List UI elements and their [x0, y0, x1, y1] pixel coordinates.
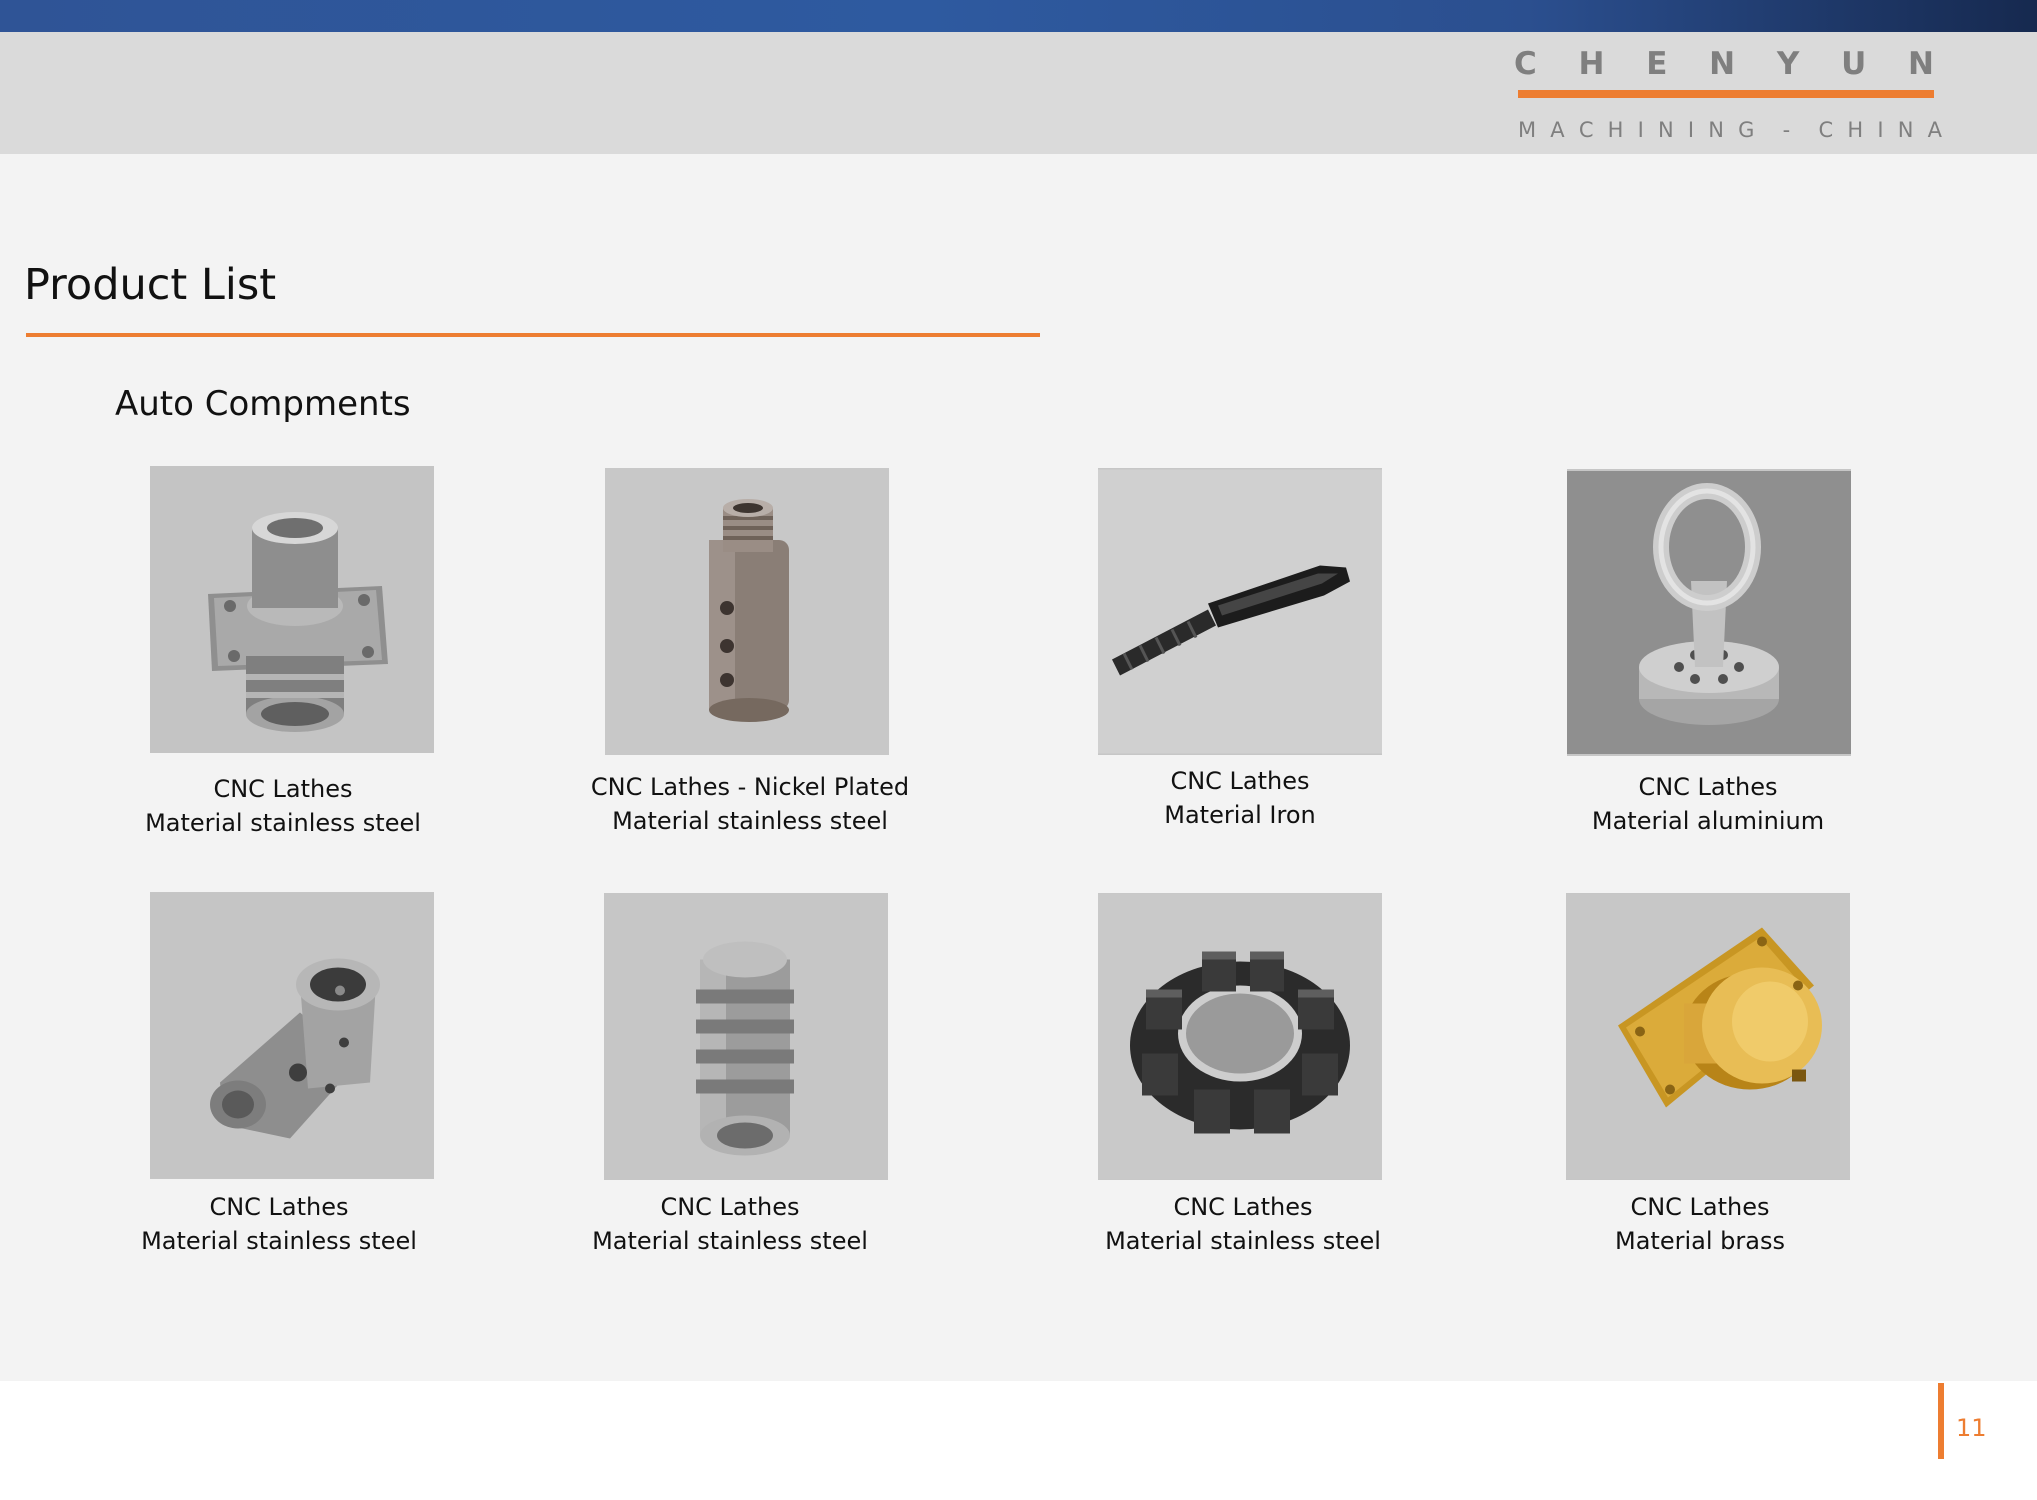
tagline-letter: G — [1738, 118, 1755, 142]
product-image — [604, 893, 888, 1180]
tagline-letter: - — [1782, 118, 1791, 142]
product-image — [1098, 893, 1382, 1180]
top-accent-bar — [0, 0, 2037, 32]
nickel-plated-fitting-photo — [605, 468, 889, 755]
caption-line-1: CNC Lathes — [213, 775, 353, 803]
caption-line-1: CNC Lathes — [209, 1193, 349, 1221]
brand-logo-name: C H E N Y U N — [1514, 46, 1934, 82]
product-caption: CNC Lathes - Nickel Plated Material stai… — [550, 770, 950, 838]
brand-letter: H — [1578, 46, 1605, 82]
page-number-marker — [1938, 1383, 1944, 1459]
product-caption: CNC Lathes Material stainless steel — [530, 1190, 930, 1258]
tagline-letter: I — [1637, 118, 1644, 142]
tagline-letter: M — [1518, 118, 1537, 142]
caption-line-1: CNC Lathes — [660, 1193, 800, 1221]
tagline-letter: C — [1818, 118, 1834, 142]
tagline-letter: A — [1550, 118, 1565, 142]
tagline-letter: A — [1927, 118, 1942, 142]
tagline-letter: N — [1708, 118, 1724, 142]
tagline-letter: N — [1657, 118, 1674, 142]
flange-connector-photo — [150, 466, 434, 753]
tagline-letter: H — [1847, 118, 1864, 142]
aluminium-ring-mount-photo — [1567, 469, 1851, 756]
product-caption: CNC Lathes Material stainless steel — [79, 1190, 479, 1258]
product-image — [1566, 893, 1850, 1180]
product-image — [150, 892, 434, 1179]
product-image — [150, 466, 434, 753]
brand-letter: E — [1646, 46, 1668, 82]
tagline-letter: I — [1877, 118, 1884, 142]
brand-tagline: M A C H I N I N G - C H I N A — [1518, 118, 1942, 142]
grooved-spool-photo — [604, 893, 888, 1180]
product-image — [1098, 469, 1382, 754]
tagline-letter: I — [1687, 118, 1695, 142]
caption-line-1: CNC Lathes — [1173, 1193, 1313, 1221]
iron-threaded-rod-photo — [1098, 468, 1382, 755]
brand-underline — [1518, 90, 1934, 98]
brand-letter: N — [1709, 46, 1736, 82]
page-title: Product List — [24, 260, 277, 310]
product-caption: CNC Lathes Material aluminium — [1508, 770, 1908, 838]
tagline-letter: N — [1897, 118, 1914, 142]
product-image — [605, 468, 889, 755]
brass-flange-cap-photo — [1566, 893, 1850, 1180]
title-underline — [26, 333, 1040, 337]
caption-line-1: CNC Lathes — [1170, 767, 1310, 795]
caption-line-2: Material stainless steel — [612, 807, 888, 835]
product-caption: CNC Lathes Material brass — [1500, 1190, 1900, 1258]
product-caption: CNC Lathes Material stainless steel — [1043, 1190, 1443, 1258]
product-image — [1567, 471, 1851, 754]
brand-letter: N — [1908, 46, 1934, 82]
caption-line-1: CNC Lathes — [1630, 1193, 1770, 1221]
angled-elbow-fitting-photo — [150, 892, 434, 1179]
section-heading: Auto Compments — [115, 384, 411, 424]
product-caption: CNC Lathes Material Iron — [1040, 764, 1440, 832]
caption-line-2: Material stainless steel — [145, 809, 421, 837]
product-caption: CNC Lathes Material stainless steel — [83, 772, 483, 840]
caption-line-1: CNC Lathes - Nickel Plated — [590, 773, 910, 801]
caption-line-2: Material Iron — [1164, 801, 1316, 829]
segmented-ring-photo — [1098, 893, 1382, 1180]
brand-letter: Y — [1776, 46, 1800, 82]
brand-letter: U — [1841, 46, 1867, 82]
caption-line-1: CNC Lathes — [1638, 773, 1778, 801]
caption-line-2: Material brass — [1615, 1227, 1785, 1255]
tagline-letter: H — [1607, 118, 1624, 142]
brand-letter: C — [1514, 46, 1537, 82]
caption-line-2: Material stainless steel — [1105, 1227, 1381, 1255]
page-number: 11 — [1956, 1414, 1987, 1442]
tagline-letter: C — [1578, 118, 1594, 142]
caption-line-2: Material stainless steel — [592, 1227, 868, 1255]
caption-line-2: Material aluminium — [1591, 807, 1825, 835]
caption-line-2: Material stainless steel — [141, 1227, 417, 1255]
